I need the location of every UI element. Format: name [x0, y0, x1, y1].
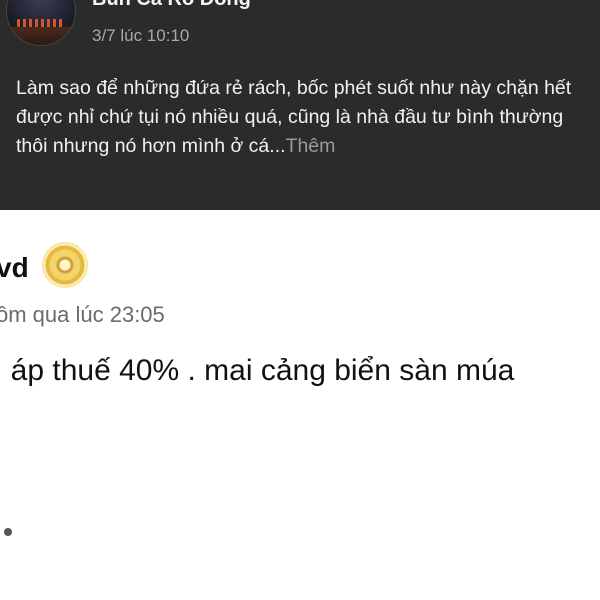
post-author-name[interactable]: Bún Cá Rô Đồng: [92, 0, 251, 11]
screenshot-frame: Bún Cá Rô Đồng 3/7 lúc 10:10 Làm sao để …: [0, 0, 600, 600]
avatar-ground: [7, 27, 75, 45]
avatar-lights: [17, 19, 65, 27]
comment-text: . áp thuế 40% . mai cảng biển sàn múa: [0, 354, 515, 387]
comment-section: vd ôm qua lúc 23:05 . áp thuế 40% . mai …: [0, 210, 600, 600]
author-avatar[interactable]: [6, 0, 76, 46]
commenter-name[interactable]: vd: [0, 252, 29, 284]
reaction-dot-icon: [4, 528, 12, 536]
shared-post-card[interactable]: Bún Cá Rô Đồng 3/7 lúc 10:10 Làm sao để …: [0, 0, 600, 210]
post-body-text: Làm sao để những đứa rẻ rách, bốc phét s…: [16, 74, 586, 161]
more-options-icon[interactable]: [560, 0, 566, 8]
see-more-link[interactable]: Thêm: [286, 135, 336, 157]
comment-timestamp[interactable]: ôm qua lúc 23:05: [0, 302, 165, 328]
post-timestamp[interactable]: 3/7 lúc 10:10: [92, 26, 189, 46]
cd-badge-icon: [44, 244, 86, 286]
